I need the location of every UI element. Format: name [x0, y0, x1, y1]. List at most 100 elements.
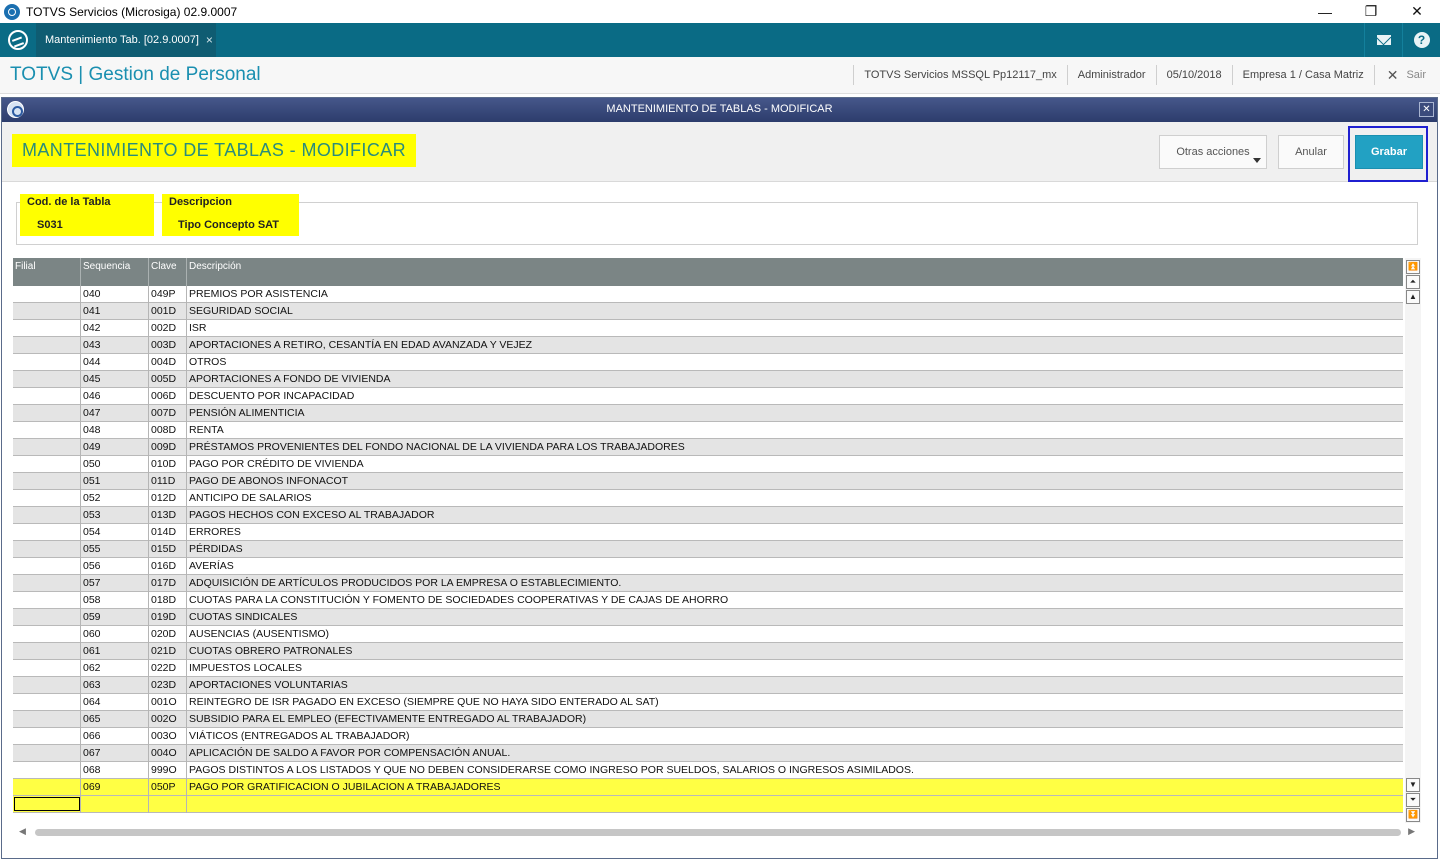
- cell-descripcion[interactable]: RENTA: [187, 422, 1403, 439]
- cell-sequencia[interactable]: 043: [81, 337, 149, 354]
- cell-sequencia[interactable]: 068: [81, 762, 149, 779]
- cell-descripcion[interactable]: PAGO POR GRATIFICACION O JUBILACION A TR…: [187, 779, 1403, 796]
- cell-sequencia[interactable]: 057: [81, 575, 149, 592]
- cell-descripcion[interactable]: OTROS: [187, 354, 1403, 371]
- cell-filial[interactable]: [13, 575, 81, 592]
- cell-filial[interactable]: [13, 371, 81, 388]
- cell-filial[interactable]: [13, 337, 81, 354]
- cell-filial[interactable]: [13, 456, 81, 473]
- cell-descripcion[interactable]: PAGOS DISTINTOS A LOS LISTADOS Y QUE NO …: [187, 762, 1403, 779]
- cell-filial[interactable]: [13, 592, 81, 609]
- table-row[interactable]: 041 001D SEGURIDAD SOCIAL: [13, 303, 1403, 320]
- cell-descripcion[interactable]: PENSIÓN ALIMENTICIA: [187, 405, 1403, 422]
- scroll-left-icon[interactable]: ◀: [19, 826, 26, 837]
- cell-clave[interactable]: 006D: [149, 388, 187, 405]
- table-row[interactable]: 052 012D ANTICIPO DE SALARIOS: [13, 490, 1403, 507]
- cell-descripcion[interactable]: SEGURIDAD SOCIAL: [187, 303, 1403, 320]
- cell-sequencia[interactable]: 048: [81, 422, 149, 439]
- table-row[interactable]: 047 007D PENSIÓN ALIMENTICIA: [13, 405, 1403, 422]
- cell-filial[interactable]: [13, 660, 81, 677]
- cell-clave[interactable]: 002O: [149, 711, 187, 728]
- table-row[interactable]: 050 010D PAGO POR CRÉDITO DE VIVIENDA: [13, 456, 1403, 473]
- cell-filial[interactable]: [13, 490, 81, 507]
- table-row[interactable]: 046 006D DESCUENTO POR INCAPACIDAD: [13, 388, 1403, 405]
- cell-descripcion[interactable]: AVERÍAS: [187, 558, 1403, 575]
- cell-clave[interactable]: 011D: [149, 473, 187, 490]
- table-row[interactable]: 056 016D AVERÍAS: [13, 558, 1403, 575]
- vertical-scrollbar[interactable]: ⏫ ⏶ ▲ ▼ ⏷ ⏬: [1405, 258, 1421, 823]
- cell-sequencia[interactable]: 060: [81, 626, 149, 643]
- cell-descripcion[interactable]: PRÉSTAMOS PROVENIENTES DEL FONDO NACIONA…: [187, 439, 1403, 456]
- cell-clave[interactable]: 008D: [149, 422, 187, 439]
- cell-sequencia[interactable]: 040: [81, 286, 149, 303]
- table-row[interactable]: 064 001O REINTEGRO DE ISR PAGADO EN EXCESO…: [13, 694, 1403, 711]
- cell-sequencia[interactable]: 063: [81, 677, 149, 694]
- cell-clave[interactable]: 013D: [149, 507, 187, 524]
- active-cell-cursor[interactable]: [14, 797, 80, 811]
- table-row[interactable]: 065 002O SUBSIDIO PARA EL EMPLEO (EFECTIVA…: [13, 711, 1403, 728]
- exit-button[interactable]: ✕ Sair: [1373, 65, 1440, 85]
- cell-descripcion[interactable]: CUOTAS OBRERO PATRONALES: [187, 643, 1403, 660]
- close-window-button[interactable]: ✕: [1394, 0, 1440, 23]
- cell-clave[interactable]: 018D: [149, 592, 187, 609]
- column-header-clave[interactable]: Clave: [149, 258, 187, 286]
- cell-filial[interactable]: [13, 439, 81, 456]
- column-header-sequencia[interactable]: Sequencia: [81, 258, 149, 286]
- cell-sequencia[interactable]: 061: [81, 643, 149, 660]
- cell-clave[interactable]: [149, 796, 187, 813]
- scroll-right-icon[interactable]: ▶: [1408, 826, 1415, 837]
- cell-sequencia[interactable]: 051: [81, 473, 149, 490]
- cell-sequencia[interactable]: 046: [81, 388, 149, 405]
- cell-filial[interactable]: [13, 524, 81, 541]
- cell-clave[interactable]: 004D: [149, 354, 187, 371]
- cell-clave[interactable]: 001D: [149, 303, 187, 320]
- cell-filial[interactable]: [13, 762, 81, 779]
- scroll-bottom-icon[interactable]: ⏬: [1406, 808, 1420, 822]
- cell-clave[interactable]: 007D: [149, 405, 187, 422]
- cell-sequencia[interactable]: 053: [81, 507, 149, 524]
- cell-clave[interactable]: 001O: [149, 694, 187, 711]
- horizontal-scrollbar[interactable]: ◀ ▶: [15, 826, 1419, 838]
- tab-close-icon[interactable]: ×: [206, 33, 213, 47]
- cell-filial[interactable]: [13, 354, 81, 371]
- cell-filial[interactable]: [13, 694, 81, 711]
- cell-filial[interactable]: [13, 507, 81, 524]
- horizontal-scroll-thumb[interactable]: [35, 829, 1401, 836]
- cell-sequencia[interactable]: 050: [81, 456, 149, 473]
- scroll-page-down-icon[interactable]: ⏷: [1406, 793, 1420, 807]
- table-row[interactable]: 044 004D OTROS: [13, 354, 1403, 371]
- cell-filial[interactable]: [13, 643, 81, 660]
- scroll-top-icon[interactable]: ⏫: [1406, 260, 1420, 274]
- table-row[interactable]: [13, 796, 1403, 813]
- table-row[interactable]: 049 009D PRÉSTAMOS PROVENIENTES DEL FONDO …: [13, 439, 1403, 456]
- cell-descripcion[interactable]: PAGO POR CRÉDITO DE VIVIENDA: [187, 456, 1403, 473]
- scroll-down-icon[interactable]: ▼: [1406, 778, 1420, 792]
- cell-clave[interactable]: 012D: [149, 490, 187, 507]
- table-row[interactable]: 054 014D ERRORES: [13, 524, 1403, 541]
- cell-sequencia[interactable]: 041: [81, 303, 149, 320]
- cell-filial[interactable]: [13, 422, 81, 439]
- cell-sequencia[interactable]: 049: [81, 439, 149, 456]
- cell-descripcion[interactable]: [187, 796, 1403, 813]
- cell-filial[interactable]: [13, 745, 81, 762]
- help-button[interactable]: ?: [1402, 23, 1440, 57]
- cell-clave[interactable]: 015D: [149, 541, 187, 558]
- table-row[interactable]: 043 003D APORTACIONES A RETIRO, CESANTÍA E…: [13, 337, 1403, 354]
- cell-clave[interactable]: 005D: [149, 371, 187, 388]
- cell-descripcion[interactable]: PAGOS HECHOS CON EXCESO AL TRABAJADOR: [187, 507, 1403, 524]
- cell-clave[interactable]: 019D: [149, 609, 187, 626]
- cell-filial[interactable]: [13, 728, 81, 745]
- cell-clave[interactable]: 999O: [149, 762, 187, 779]
- cell-clave[interactable]: 003O: [149, 728, 187, 745]
- table-row[interactable]: 057 017D ADQUISICIÓN DE ARTÍCULOS PRODUCID…: [13, 575, 1403, 592]
- cell-sequencia[interactable]: 059: [81, 609, 149, 626]
- cell-sequencia[interactable]: 047: [81, 405, 149, 422]
- cell-descripcion[interactable]: ISR: [187, 320, 1403, 337]
- cell-clave[interactable]: 049P: [149, 286, 187, 303]
- cell-descripcion[interactable]: PREMIOS POR ASISTENCIA: [187, 286, 1403, 303]
- cell-sequencia[interactable]: 064: [81, 694, 149, 711]
- table-row[interactable]: 068 999O PAGOS DISTINTOS A LOS LISTADOS Y …: [13, 762, 1403, 779]
- table-row[interactable]: 067 004O APLICACIÓN DE SALDO A FAVOR POR C…: [13, 745, 1403, 762]
- cell-descripcion[interactable]: ERRORES: [187, 524, 1403, 541]
- table-row[interactable]: 066 003O VIÁTICOS (ENTREGADOS AL TRABAJADO…: [13, 728, 1403, 745]
